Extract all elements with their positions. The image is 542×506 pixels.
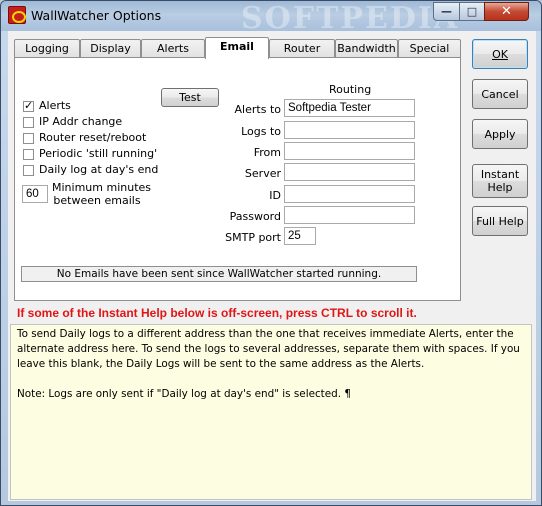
tab-router[interactable]: Router	[269, 39, 335, 58]
email-tab-panel: Routing Test Alerts IP Addr change Route…	[14, 57, 461, 301]
tab-label: Bandwidth	[337, 42, 396, 55]
help-warning: If some of the Instant Help below is off…	[17, 306, 417, 320]
alerts-checkbox-label: Alerts	[39, 99, 71, 112]
dialog-client: Logging Display Alerts Email Router Band…	[8, 31, 536, 501]
minimum-minutes-input[interactable]: 60	[22, 185, 48, 203]
logs-to-label: Logs to	[241, 125, 281, 138]
server-input[interactable]	[284, 163, 415, 181]
daily-log-label: Daily log at day's end	[39, 163, 159, 176]
ip-addr-change-label: IP Addr change	[39, 115, 123, 128]
tab-label: Router	[283, 42, 321, 55]
full-help-button-label: Full Help	[476, 214, 524, 228]
server-label: Server	[244, 167, 281, 180]
tab-bandwidth[interactable]: Bandwidth	[335, 39, 398, 58]
help-note: Note: Logs are only sent if "Daily log a…	[17, 388, 351, 400]
cancel-button-label: Cancel	[481, 87, 519, 101]
tab-display[interactable]: Display	[80, 39, 141, 58]
full-help-button[interactable]: Full Help	[472, 206, 528, 236]
help-paragraph: To send Daily logs to a different addres…	[17, 328, 520, 370]
tab-label: Display	[90, 42, 131, 55]
from-label: From	[253, 146, 281, 159]
logs-to-input[interactable]	[284, 121, 415, 139]
id-label: ID	[269, 189, 281, 202]
tab-label: Alerts	[157, 42, 189, 55]
ok-button[interactable]: OK	[472, 39, 528, 69]
tab-email[interactable]: Email	[205, 37, 269, 59]
periodic-still-running-checkbox[interactable]	[23, 149, 34, 160]
minimum-minutes-label-2: between emails	[53, 194, 141, 207]
alerts-checkbox[interactable]	[23, 99, 34, 112]
tab-label: Special	[409, 42, 450, 55]
smtp-port-input[interactable]: 25	[284, 227, 316, 245]
close-button[interactable]: ✕	[484, 2, 529, 21]
instant-help-label-2: Help	[487, 181, 513, 194]
minimize-button[interactable]: —	[433, 2, 460, 21]
apply-button[interactable]: Apply	[472, 119, 528, 149]
close-icon: ✕	[501, 4, 512, 19]
minimize-icon: —	[441, 5, 452, 18]
apply-button-label: Apply	[484, 127, 516, 141]
instant-help-textbox[interactable]: To send Daily logs to a different addres…	[10, 324, 532, 500]
alerts-to-input[interactable]: Softpedia Tester	[284, 99, 415, 117]
tab-special[interactable]: Special	[398, 39, 461, 58]
options-window: WallWatcher Options SOFTPEDIA — □ ✕ Logg…	[0, 0, 542, 506]
cancel-button[interactable]: Cancel	[472, 79, 528, 109]
tab-label: Logging	[25, 42, 69, 55]
periodic-still-running-label: Periodic 'still running'	[39, 147, 158, 160]
routing-heading: Routing	[329, 83, 372, 96]
tab-logging[interactable]: Logging	[14, 39, 80, 58]
instant-help-label-1: Instant	[480, 168, 520, 181]
tab-alerts[interactable]: Alerts	[141, 39, 205, 58]
maximize-button[interactable]: □	[459, 2, 485, 21]
instant-help-button[interactable]: Instant Help	[472, 164, 528, 198]
title-bar[interactable]: WallWatcher Options SOFTPEDIA — □ ✕	[1, 1, 541, 36]
tab-label: Email	[220, 40, 254, 53]
maximize-icon: □	[466, 5, 478, 18]
ip-addr-change-checkbox[interactable]	[23, 117, 34, 128]
password-label: Password	[229, 210, 281, 223]
daily-log-checkbox[interactable]	[23, 165, 34, 176]
ok-button-label: OK	[492, 47, 508, 61]
app-icon	[8, 6, 26, 24]
id-input[interactable]	[284, 185, 415, 203]
from-input[interactable]	[284, 142, 415, 160]
router-reset-label: Router reset/reboot	[39, 131, 147, 144]
email-status-bar: No Emails have been sent since WallWatch…	[21, 266, 417, 282]
window-title: WallWatcher Options	[31, 8, 162, 23]
router-reset-checkbox[interactable]	[23, 133, 34, 144]
alerts-to-label: Alerts to	[234, 103, 281, 116]
smtp-port-label: SMTP port	[225, 231, 281, 244]
password-input[interactable]	[284, 206, 415, 224]
minimum-minutes-label-1: Minimum minutes	[52, 181, 151, 194]
